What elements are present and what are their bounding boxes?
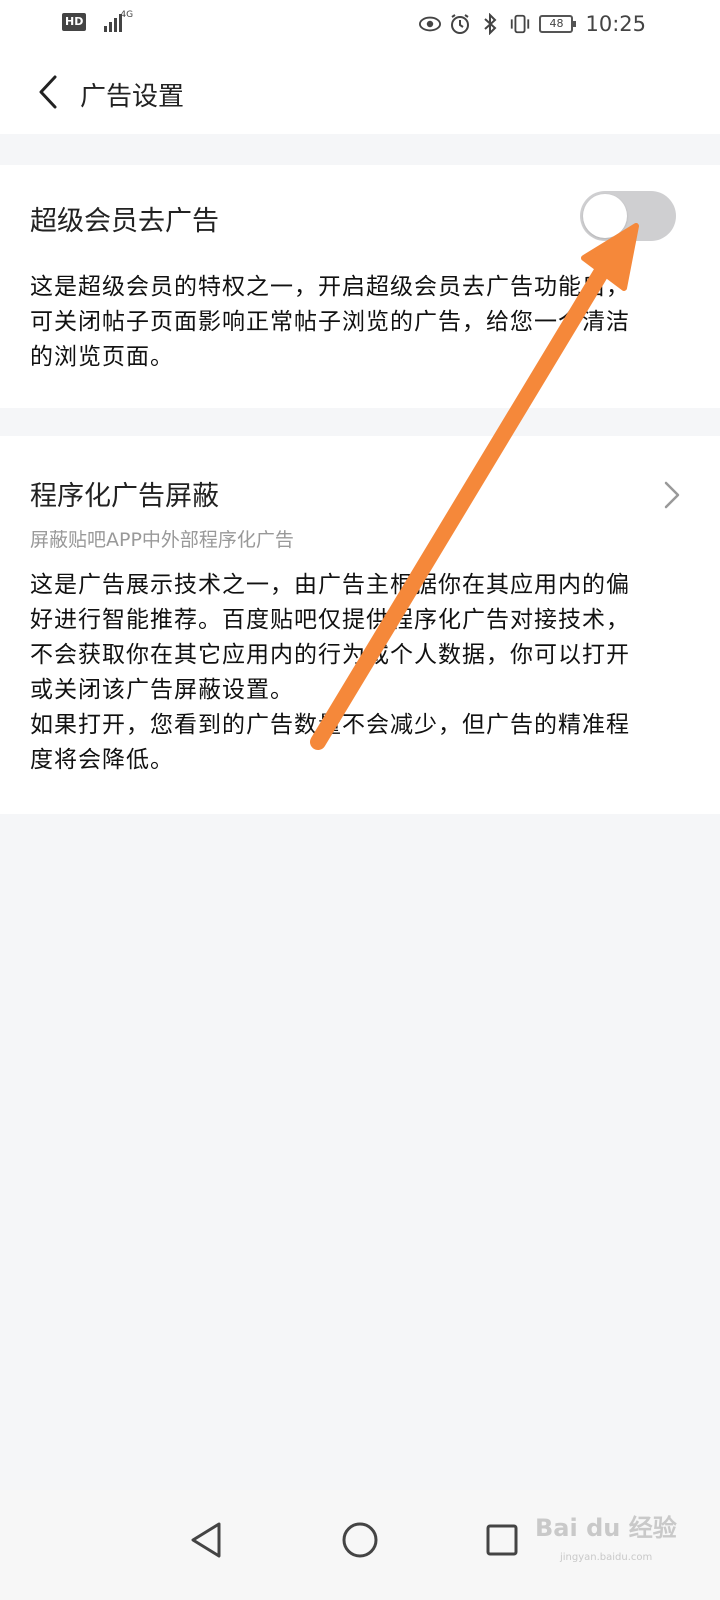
nav-recents-button[interactable] <box>472 1510 532 1570</box>
circle-home-icon <box>342 1522 378 1558</box>
chevron-right-icon <box>660 480 684 510</box>
description-line: 好进行智能推荐。百度贴吧仅提供程序化广告对接技术， <box>30 607 630 633</box>
description-line: 这是超级会员的特权之一，开启超级会员去广告功能后， <box>30 274 630 300</box>
network-type: 4G <box>120 10 134 20</box>
description-line: 如果打开，您看到的广告数量不会减少，但广告的精准程 <box>30 712 630 738</box>
alarm-icon <box>449 13 471 35</box>
chevron-left-icon <box>39 75 57 109</box>
clock: 10:25 <box>585 12 646 36</box>
status-right: 48 10:25 <box>419 12 646 36</box>
description-line: 这是广告展示技术之一，由广告主根据你在其应用内的偏 <box>30 572 630 598</box>
vibrate-icon <box>509 13 531 35</box>
super-member-card: 超级会员去广告 这是超级会员的特权之一，开启超级会员去广告功能后， 可关闭帖子页… <box>0 165 720 408</box>
page-title: 广告设置 <box>80 82 185 112</box>
hd-badge: HD <box>62 13 87 31</box>
status-bar: HD 4G 48 10:25 <box>0 0 720 50</box>
super-member-toggle[interactable] <box>580 191 676 241</box>
watermark-url: jingyan.baidu.com <box>560 1552 653 1563</box>
square-recents-icon <box>486 1524 518 1556</box>
description-line: 可关闭帖子页面影响正常帖子浏览的广告，给您一个清洁 <box>30 309 630 335</box>
super-member-title: 超级会员去广告 <box>30 206 219 237</box>
description-line: 的浏览页面。 <box>30 344 174 370</box>
programmatic-ad-card[interactable]: 程序化广告屏蔽 屏蔽贴吧APP中外部程序化广告 这是广告展示技术之一，由广告主根… <box>0 436 720 814</box>
battery-indicator: 48 <box>539 15 577 33</box>
back-button[interactable] <box>30 70 66 114</box>
signal-group: 4G <box>92 10 133 32</box>
baidu-watermark: Bai du 经验 <box>535 1514 677 1542</box>
status-left: HD 4G <box>62 10 133 32</box>
toggle-knob <box>583 194 627 238</box>
nav-back-button[interactable] <box>176 1510 236 1570</box>
programmatic-title: 程序化广告屏蔽 <box>30 481 219 512</box>
bluetooth-icon <box>479 13 501 35</box>
system-nav-bar <box>0 1490 720 1600</box>
triangle-back-icon <box>191 1522 221 1558</box>
nav-home-button[interactable] <box>330 1510 390 1570</box>
app-header: 广告设置 <box>0 50 720 134</box>
description-line: 或关闭该广告屏蔽设置。 <box>30 677 294 703</box>
super-member-description: 这是超级会员的特权之一，开启超级会员去广告功能后， 可关闭帖子页面影响正常帖子浏… <box>30 270 700 375</box>
programmatic-description: 这是广告展示技术之一，由广告主根据你在其应用内的偏 好进行智能推荐。百度贴吧仅提… <box>30 568 700 778</box>
description-line: 度将会降低。 <box>30 747 174 773</box>
description-line: 不会获取你在其它应用内的行为或个人数据，你可以打开 <box>30 642 630 668</box>
programmatic-subtitle: 屏蔽贴吧APP中外部程序化广告 <box>30 529 294 551</box>
eye-icon <box>419 13 442 35</box>
